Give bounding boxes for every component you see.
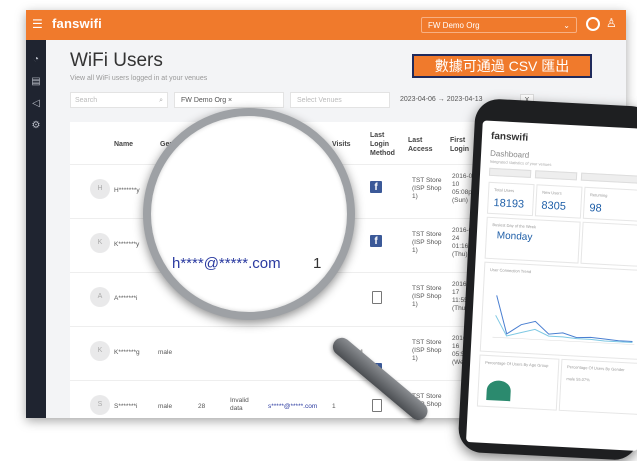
globe-icon[interactable] — [586, 17, 600, 31]
phone-filter-venue[interactable] — [534, 170, 578, 181]
facebook-icon: f — [370, 181, 382, 193]
csv-export-banner: 數據可通過 CSV 匯出 — [412, 54, 592, 78]
form-login-icon — [372, 399, 382, 412]
user-icon[interactable]: ♙ — [606, 16, 617, 30]
org-chip[interactable]: FW Demo Org × — [181, 97, 232, 104]
chart-axis — [492, 336, 635, 345]
menu-icon[interactable]: ☰ — [32, 17, 43, 31]
org-select-value: FW Demo Org — [428, 21, 480, 30]
phone-filter-org[interactable] — [488, 167, 532, 178]
user-name: S*******i — [114, 403, 138, 410]
avatar: H — [90, 179, 110, 199]
trend-chart-label: User Connection Trend — [489, 266, 532, 275]
user-email[interactable]: s*****@*****.com — [268, 403, 317, 411]
header-last-access[interactable]: Last Access — [408, 136, 436, 154]
busiest-day-label: Busiest Day of the Week — [492, 222, 537, 230]
header-last-login-method[interactable]: Last Login Method — [370, 131, 396, 158]
last-access: TST Store (ISP Shop 1) — [412, 177, 442, 200]
gender-male-stat: male 55.07% — [566, 376, 590, 383]
busiest-day-card: Busiest Day of the Week Monday — [484, 216, 581, 264]
phone-dashboard-subtitle: Integrated statistics of your venues — [489, 158, 552, 168]
magnifier-lens — [143, 108, 355, 320]
avatar: K — [90, 341, 110, 361]
email-status: Invalid data — [230, 397, 249, 412]
user-visits: 1 — [332, 403, 336, 410]
venue-select[interactable]: Select Venues — [290, 92, 390, 108]
stat-card: Returning 98 — [582, 186, 637, 223]
series-line-total — [496, 295, 633, 343]
search-input[interactable]: Search ⌕ — [70, 92, 168, 108]
busiest-day-value: Monday — [496, 230, 533, 244]
chevron-down-icon: ⌄ — [563, 21, 570, 30]
dashboard-icon[interactable]: ◔ — [30, 54, 42, 66]
avatar: A — [90, 287, 110, 307]
phone-device: fanswifi Dashboard Integrated statistics… — [457, 98, 637, 461]
user-gender: male — [158, 349, 173, 356]
last-access: TST Store (ISP Shop 1) — [412, 285, 442, 308]
trend-chart-card: User Connection Trend — [479, 261, 637, 361]
avatar: S — [90, 395, 110, 415]
sidebar: ◔ ▤ ◁ ⚙ — [26, 40, 46, 418]
org-select[interactable]: FW Demo Org ⌄ — [421, 17, 577, 33]
age-group-label: Percentage Of Users By Age Group — [485, 359, 549, 369]
user-name: A*******i — [114, 295, 138, 302]
stat-value: 98 — [589, 202, 602, 215]
age-donut — [486, 379, 512, 402]
facebook-icon: f — [370, 235, 382, 247]
campaign-icon[interactable]: ◁ — [30, 98, 42, 110]
users-icon[interactable]: ▤ — [30, 76, 42, 88]
gender-label: Percentage Of Users By Gender — [566, 364, 625, 373]
phone-brand: fanswifi — [490, 130, 529, 144]
magnified-visits: 1 — [313, 255, 322, 272]
user-name: H*******y — [114, 187, 140, 194]
user-age: 28 — [198, 403, 206, 410]
user-name: K*******g — [114, 349, 140, 356]
page-title: WiFi Users — [70, 50, 163, 71]
gender-card: Percentage Of Users By Gender male 55.07… — [558, 358, 637, 415]
form-login-icon — [372, 291, 382, 304]
header-visits[interactable]: Visits — [332, 140, 351, 149]
phone-filter-date[interactable] — [580, 172, 637, 184]
age-group-card: Percentage Of Users By Age Group — [476, 354, 560, 411]
user-gender: male — [158, 403, 173, 410]
stat-label: Total Users — [494, 187, 515, 194]
settings-icon[interactable]: ⚙ — [30, 120, 42, 132]
user-name: K*******y — [114, 241, 140, 248]
stat-value: 18193 — [493, 197, 525, 211]
last-access: TST Store (ISP Shop 1) — [412, 231, 442, 254]
stat-label: New Users — [542, 189, 562, 196]
stat-card: New Users 8305 — [534, 184, 583, 219]
search-icon: ⌕ — [159, 97, 163, 104]
side-card — [580, 221, 637, 267]
brand-logo[interactable]: fanswifi — [52, 16, 102, 31]
phone-screen: fanswifi Dashboard Integrated statistics… — [465, 120, 637, 451]
trend-chart — [492, 295, 635, 345]
stat-card: Total Users 18193 — [486, 181, 535, 217]
search-placeholder: Search — [75, 97, 98, 104]
stat-label: Returning — [589, 192, 608, 199]
org-filter[interactable]: FW Demo Org × — [174, 92, 284, 108]
header-name[interactable]: Name — [114, 140, 133, 149]
magnified-email: h****@*****.com — [172, 255, 281, 272]
last-access: TST Store (ISP Shop 1) — [412, 339, 442, 362]
top-bar: ☰ fanswifi FW Demo Org ⌄ ♙ — [26, 10, 626, 40]
stat-value: 8305 — [541, 199, 567, 213]
page-subtitle: View all WiFi users logged in at your ve… — [70, 75, 208, 82]
avatar: K — [90, 233, 110, 253]
